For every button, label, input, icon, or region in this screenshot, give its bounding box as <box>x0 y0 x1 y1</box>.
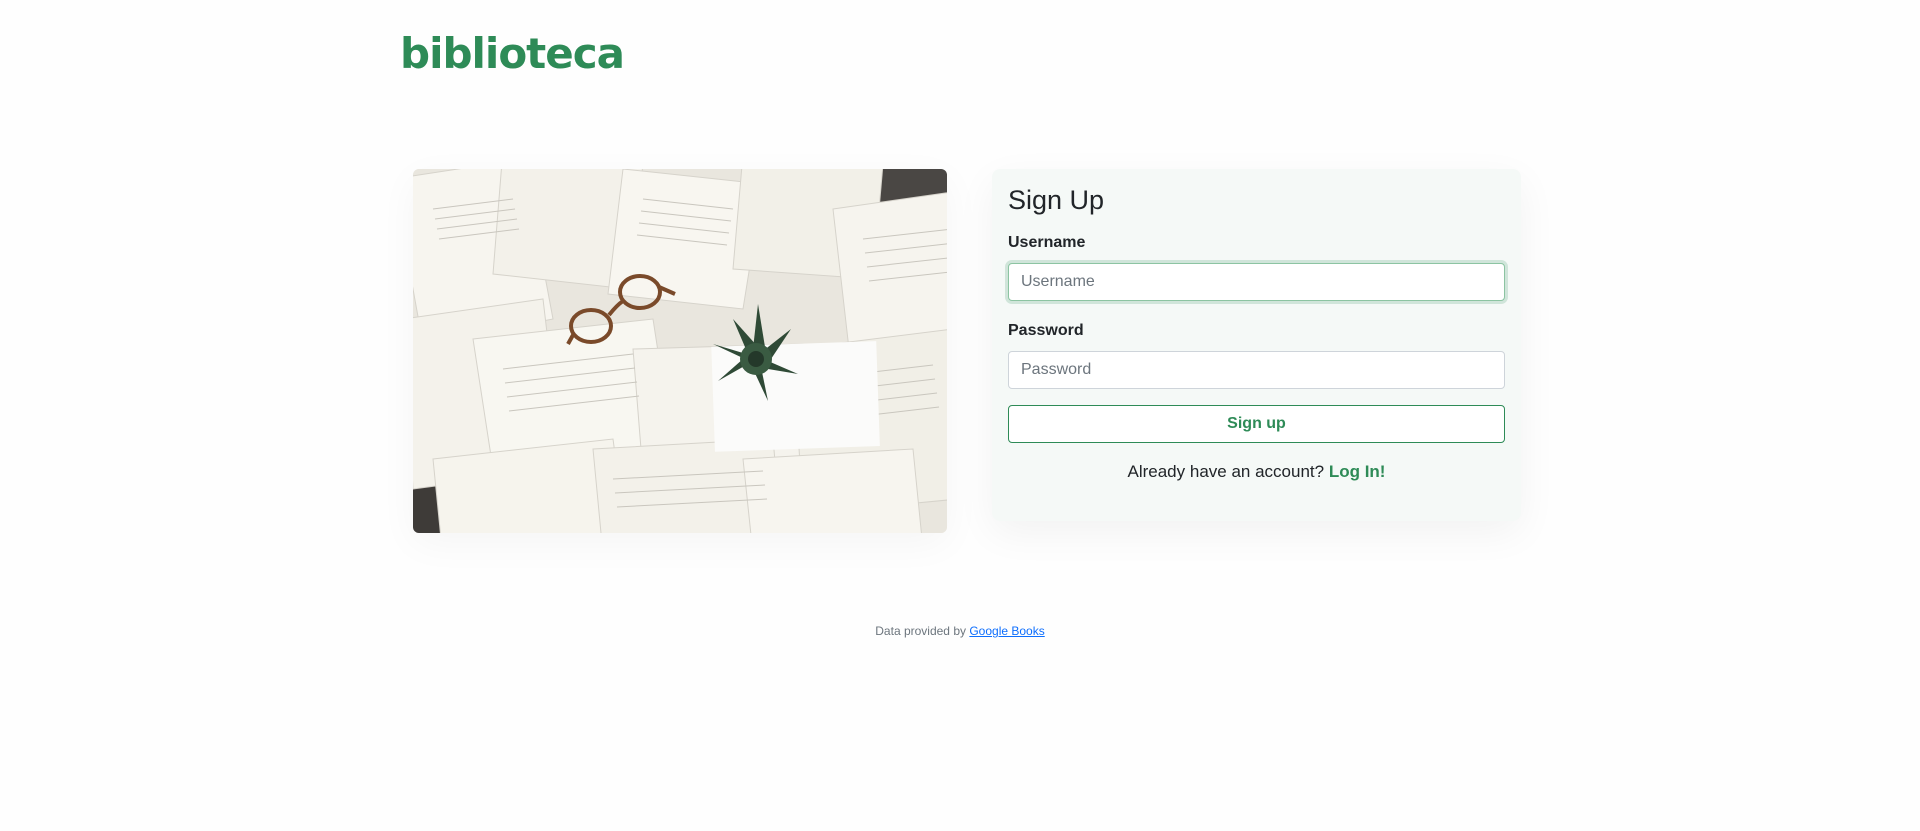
login-link[interactable]: Log In! <box>1329 462 1386 481</box>
username-input[interactable] <box>1008 263 1505 301</box>
login-prompt-text: Already have an account? <box>1127 462 1325 481</box>
brand-logo[interactable]: biblioteca <box>400 26 625 82</box>
footer-prefix: Data provided by <box>875 624 966 638</box>
hero-image <box>413 169 947 533</box>
signup-title: Sign Up <box>1008 185 1105 215</box>
google-books-link[interactable]: Google Books <box>969 624 1044 638</box>
login-prompt: Already have an account? Log In! <box>1008 462 1505 482</box>
footer: Data provided by Google Books <box>0 624 1920 638</box>
page: biblioteca Sign Up Username Username Pas… <box>0 0 1920 831</box>
password-label: Password <box>1008 322 1084 339</box>
password-input[interactable] <box>1008 351 1505 389</box>
username-label: Username <box>1008 234 1086 251</box>
signup-card: Sign Up Username Password Sign up Alread… <box>992 169 1521 521</box>
signup-button[interactable]: Sign up <box>1008 405 1505 443</box>
